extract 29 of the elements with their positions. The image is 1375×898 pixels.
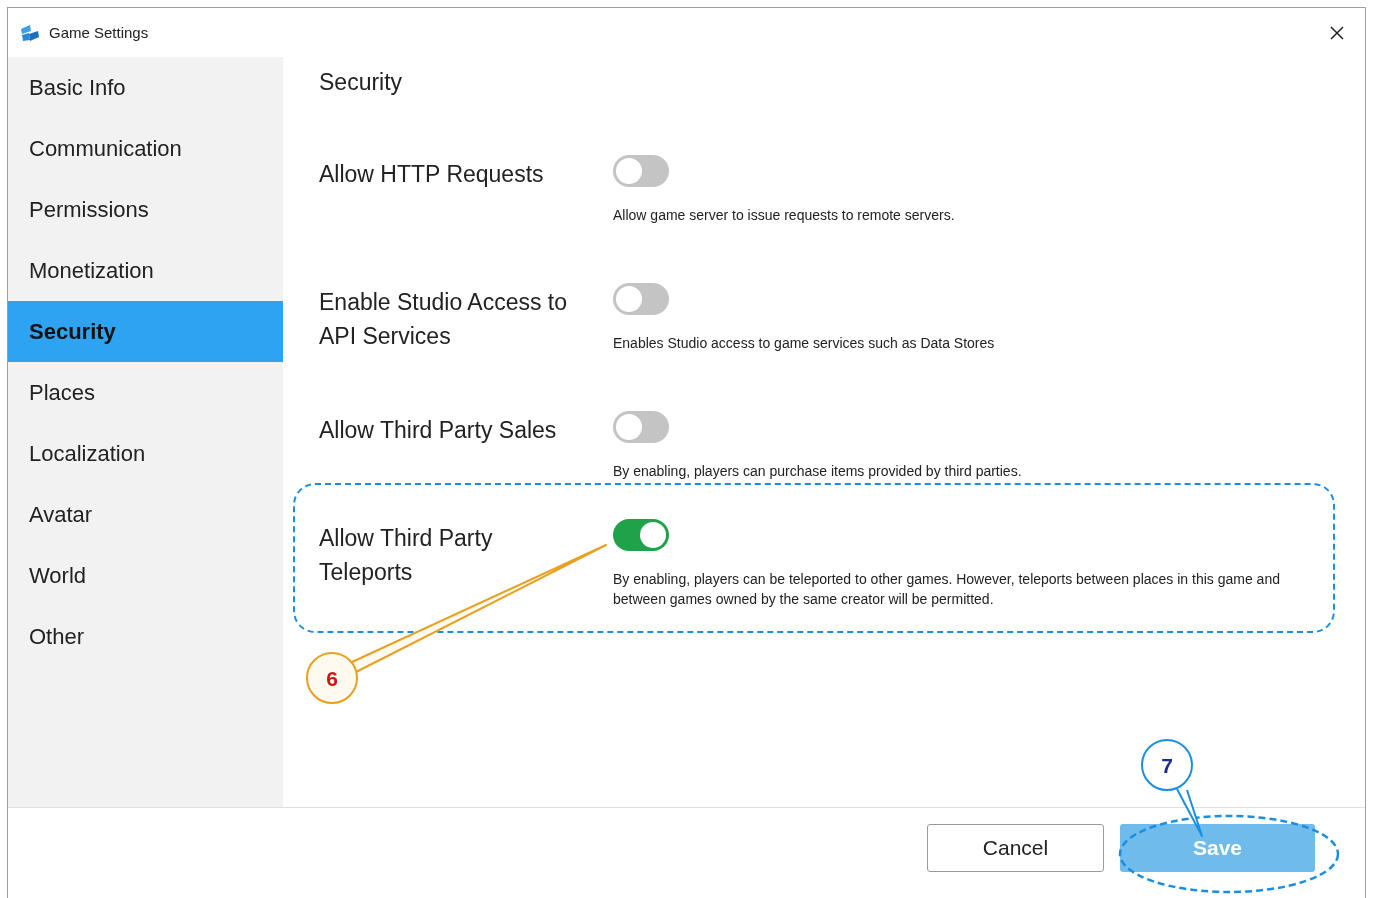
sidebar-item[interactable]: Other (8, 606, 283, 667)
toggle-switch[interactable] (613, 411, 669, 443)
sidebar-item[interactable]: Security (8, 301, 283, 362)
sidebar-item[interactable]: Localization (8, 423, 283, 484)
setting-label: Enable Studio Access to API Services (319, 288, 569, 351)
page-heading: Security (318, 68, 404, 97)
sidebar-item[interactable]: Communication (8, 118, 283, 179)
sidebar-item[interactable]: Permissions (8, 179, 283, 240)
toggle-switch[interactable] (613, 283, 669, 315)
sidebar-item[interactable]: Monetization (8, 240, 283, 301)
sidebar-item[interactable]: World (8, 545, 283, 606)
sidebar-item[interactable]: Places (8, 362, 283, 423)
setting-description: By enabling, players can purchase items provided by third parties. (613, 462, 1023, 481)
setting-label: Allow HTTP Requests (319, 160, 545, 189)
sidebar-item[interactable]: Basic Info (8, 57, 283, 118)
sidebar-item[interactable]: Avatar (8, 484, 283, 545)
close-icon[interactable] (1329, 24, 1345, 41)
toggle-switch[interactable] (613, 519, 669, 551)
setting-description: Enables Studio access to game services such as Data Stores (613, 334, 996, 353)
toggle-switch[interactable] (613, 155, 669, 187)
app-logo-icon (20, 23, 40, 42)
cancel-button[interactable]: Cancel (927, 824, 1104, 872)
setting-description: Allow game server to issue requests to remote servers. (613, 206, 956, 225)
setting-label: Allow Third Party Teleports (319, 524, 494, 587)
callout-number: 7 (1161, 754, 1173, 777)
setting-label: Allow Third Party Sales (319, 416, 558, 445)
setting-description: By enabling, players can be teleported to other games. However, teleports between places in this game and between games owned by the same creator will be permitted. (613, 570, 1281, 609)
window-title: Game Settings (49, 24, 149, 41)
callout-number: 6 (326, 667, 338, 690)
